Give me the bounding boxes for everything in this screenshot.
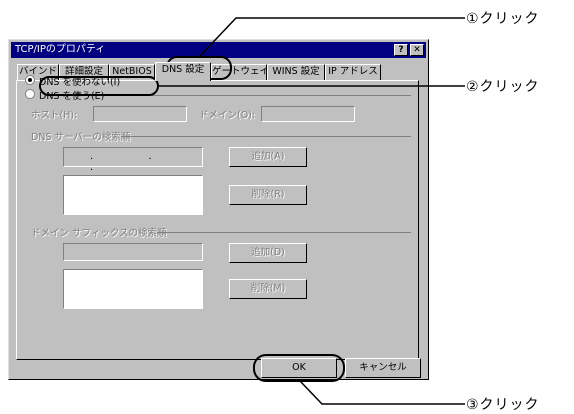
ok-button[interactable]: OK (261, 358, 337, 378)
title-bar: TCP/IPのプロパティ ? ✕ (11, 42, 426, 58)
tab-wins[interactable]: WINS 設定 (267, 64, 325, 80)
suffix-group-divider (157, 232, 411, 233)
tab-dns-settings[interactable]: DNS 設定 (155, 62, 211, 81)
remove-dns-server-button[interactable]: 削除(R) (229, 185, 307, 205)
cancel-button[interactable]: キャンセル (345, 358, 421, 378)
dns-server-ip-input[interactable]: . . . (63, 147, 203, 173)
remove-suffix-button[interactable]: 削除(M) (229, 279, 307, 299)
help-button[interactable]: ? (394, 44, 408, 56)
dns-settings-panel: DNS を使わない(I) DNS を使う(E) ホスト(H): ドメイン(O):… (16, 75, 419, 360)
tab-ip-address[interactable]: IP アドレス (325, 64, 381, 80)
add-dns-server-button[interactable]: 追加(A) (229, 147, 307, 167)
dns-server-list[interactable] (63, 175, 203, 215)
add-suffix-button[interactable]: 追加(D) (229, 243, 307, 263)
host-label: ホスト(H): (31, 110, 78, 121)
host-input[interactable] (93, 106, 187, 122)
ip-dots: . . . (90, 151, 178, 173)
server-group-divider (121, 136, 411, 137)
dns-disable-radio[interactable] (25, 75, 35, 85)
dns-enable-label: DNS を使う(E) (39, 91, 105, 102)
domain-suffix-order-label: ドメイン サフィックスの検索順 (31, 228, 167, 239)
dns-group-divider (99, 95, 411, 96)
dns-server-order-label: DNS サーバーの検索順 (31, 132, 131, 143)
dialog-title: TCP/IPのプロパティ (15, 44, 106, 55)
tcpip-properties-dialog: TCP/IPのプロパティ ? ✕ バインド 詳細設定 NetBIOS DNS 設… (8, 39, 429, 380)
dns-enable-radio[interactable] (25, 89, 35, 99)
leader-line-3 (299, 380, 465, 405)
dns-disable-label: DNS を使わない(I) (39, 77, 121, 88)
domain-label: ドメイン(O): (199, 110, 256, 121)
tab-gateway[interactable]: ゲートウェイ (211, 64, 267, 80)
callout-step2: ②クリック (466, 79, 540, 95)
domain-suffix-input[interactable] (63, 243, 203, 261)
callout-step3: ③クリック (466, 397, 540, 413)
callout-step1: ①クリック (466, 11, 540, 27)
close-button[interactable]: ✕ (410, 44, 424, 56)
domain-suffix-list[interactable] (63, 269, 203, 309)
domain-input[interactable] (261, 106, 355, 122)
